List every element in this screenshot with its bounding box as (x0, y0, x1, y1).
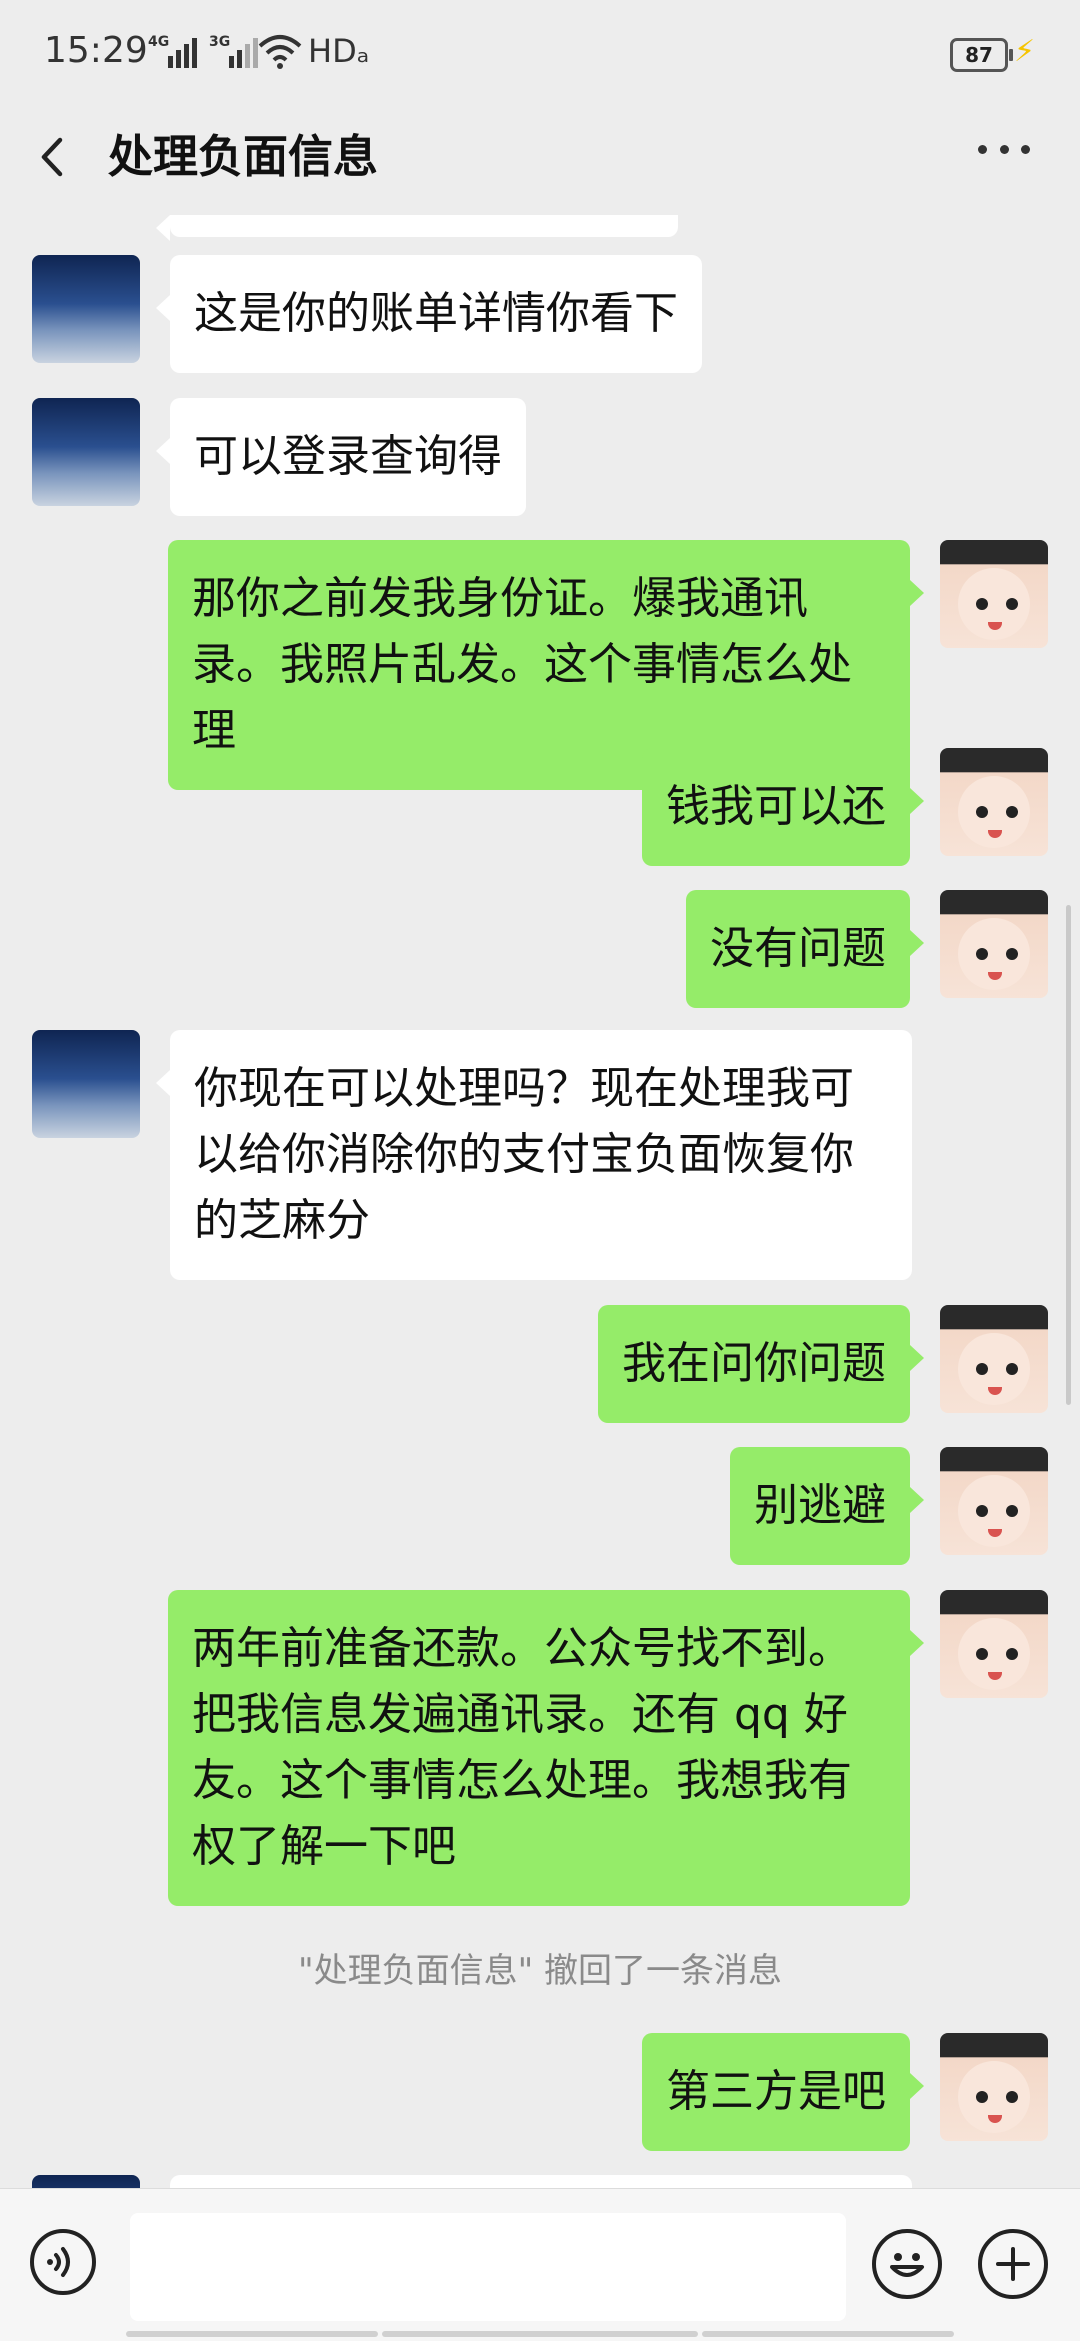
message-list[interactable]: 这是你的账单详情你看下 可以登录查询得 那你之前发我身份证。爆我通讯录。我照片乱… (0, 215, 1080, 2188)
battery-icon: 87 (950, 38, 1013, 72)
voice-input-icon[interactable] (30, 2229, 96, 2295)
keyboard-hint-bar (702, 2331, 954, 2337)
my-avatar[interactable] (940, 748, 1048, 856)
message-bubble-outgoing[interactable]: 别逃避 (730, 1447, 924, 1565)
status-time: 15:29 (44, 30, 148, 71)
network-type-label: 4G (148, 34, 170, 50)
charging-icon: ⚡ (1014, 34, 1036, 69)
emoji-icon[interactable] (872, 2229, 942, 2299)
message-bubble-partial (156, 215, 678, 241)
message-bubble-outgoing[interactable]: 两年前准备还款。公众号找不到。把我信息发遍通讯录。还有 qq 好友。这个事情怎么… (168, 1590, 924, 1906)
keyboard-hint-bar (126, 2331, 378, 2337)
message-bubble-incoming[interactable]: 你现在可以处理吗？现在处理我可以给你消除你的支付宝负面恢复你的芝麻分 (156, 1030, 912, 1280)
message-bubble-outgoing[interactable]: 第三方是吧 (642, 2033, 924, 2151)
cellular-signal-icon: 4G 3G (148, 34, 258, 68)
input-bar (0, 2188, 1080, 2341)
message-bubble-outgoing[interactable]: 没有问题 (686, 890, 924, 1008)
message-bubble-partial (170, 2175, 912, 2188)
my-avatar[interactable] (940, 890, 1048, 998)
more-options-icon[interactable] (978, 145, 1030, 159)
network-type-label-2: 3G (209, 34, 231, 50)
my-avatar[interactable] (940, 2033, 1048, 2141)
message-bubble-incoming[interactable]: 这是你的账单详情你看下 (156, 255, 702, 373)
my-avatar[interactable] (940, 1590, 1048, 1698)
hd-indicator: HDₐ (308, 32, 370, 70)
message-input[interactable] (130, 2213, 846, 2321)
contact-avatar[interactable] (32, 1030, 140, 1138)
contact-avatar[interactable] (32, 2175, 140, 2188)
my-avatar[interactable] (940, 540, 1048, 648)
back-arrow-icon[interactable] (30, 120, 74, 194)
wifi-icon (258, 35, 302, 69)
plus-icon[interactable] (978, 2229, 1048, 2299)
message-bubble-incoming[interactable]: 可以登录查询得 (156, 398, 526, 516)
my-avatar[interactable] (940, 1305, 1048, 1413)
recall-notice: "处理负面信息" 撤回了一条消息 (297, 1951, 783, 1991)
chat-title: 处理负面信息 (108, 130, 379, 183)
scrollbar[interactable] (1066, 905, 1071, 1405)
message-bubble-outgoing[interactable]: 钱我可以还 (642, 748, 924, 866)
contact-avatar[interactable] (32, 398, 140, 506)
contact-avatar[interactable] (32, 255, 140, 363)
chat-header: 处理负面信息 (0, 105, 1080, 215)
keyboard-hint-bar (382, 2331, 698, 2337)
my-avatar[interactable] (940, 1447, 1048, 1555)
status-bar: 15:29 4G 3G HDₐ 87 ⚡ (0, 0, 1080, 105)
message-bubble-outgoing[interactable]: 我在问你问题 (598, 1305, 924, 1423)
